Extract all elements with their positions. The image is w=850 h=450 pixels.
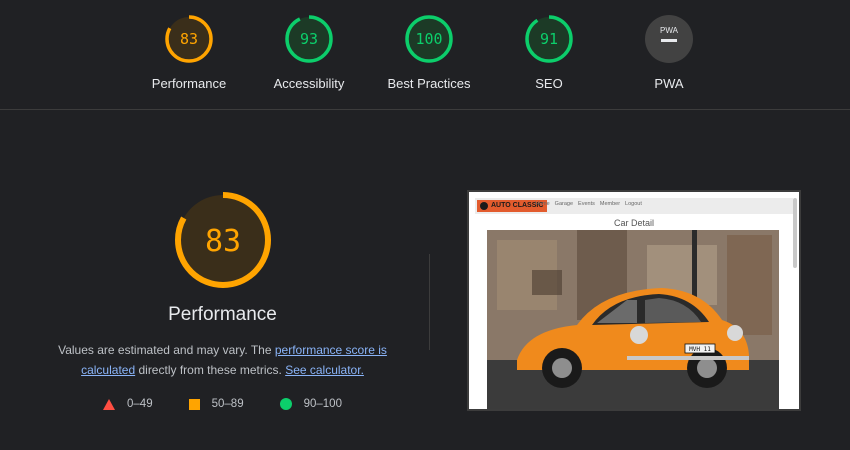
performance-title: Performance (168, 304, 277, 325)
svg-text:93: 93 (300, 30, 318, 48)
gauge-label-performance: Performance (151, 76, 227, 91)
legend-average: 50–89 (188, 398, 244, 410)
seo-score-ring: 91 (525, 15, 573, 63)
vertical-divider (429, 254, 430, 350)
performance-summary: 83 Performance Values are estimated and … (30, 190, 415, 410)
svg-text:91: 91 (540, 30, 558, 48)
gauge-performance[interactable]: 83 Performance (129, 14, 249, 91)
gauge-seo[interactable]: 91 SEO (489, 14, 609, 91)
score-legend: 0–49 50–89 90–100 (30, 398, 415, 410)
best-practices-score-ring: 100 (405, 15, 453, 63)
svg-text:MVH 11: MVH 11 (689, 346, 711, 353)
category-gauges: 83 Performance 93 Accessibility 100 Best… (0, 0, 850, 110)
circle-icon (279, 398, 292, 410)
gauge-label-pwa: PWA (654, 76, 684, 91)
thumbnail-navbar: AUTO CLASSIC Home Garage Events Member L… (475, 198, 793, 214)
legend-pass: 90–100 (279, 398, 342, 410)
gauge-label-seo: SEO (535, 76, 563, 91)
performance-description: Values are estimated and may vary. The p… (58, 343, 387, 377)
gauge-label-best-practices: Best Practices (387, 76, 471, 91)
performance-big-score-ring: 83 (174, 192, 271, 288)
performance-score-ring: 83 (165, 15, 213, 63)
gauge-accessibility[interactable]: 93 Accessibility (249, 14, 369, 91)
see-calculator-link[interactable]: See calculator. (285, 363, 364, 377)
brand-emblem-icon (480, 202, 488, 210)
thumbnail-heading: Car Detail (613, 218, 654, 228)
gauge-best-practices[interactable]: 100 Best Practices (369, 14, 489, 91)
thumbnail-nav-links: Home Garage Events Member Logout (535, 201, 642, 207)
svg-text:PWA: PWA (660, 26, 679, 35)
legend-fail: 0–49 (103, 398, 153, 410)
accessibility-score-ring: 93 (285, 15, 333, 63)
svg-text:100: 100 (415, 30, 442, 48)
final-screenshot-thumbnail[interactable]: AUTO CLASSIC Home Garage Events Member L… (467, 190, 801, 411)
car-photo: MVH 11 (487, 230, 779, 409)
svg-text:83: 83 (204, 224, 240, 259)
svg-text:83: 83 (180, 30, 198, 48)
gauge-pwa[interactable]: PWA PWA (609, 14, 729, 91)
triangle-icon (103, 398, 116, 410)
square-icon (188, 398, 200, 410)
gauge-label-accessibility: Accessibility (273, 76, 345, 91)
orange-car-image: MVH 11 (487, 230, 779, 409)
pwa-badge-icon: PWA (645, 15, 693, 63)
thumbnail-scrollbar (793, 198, 797, 268)
